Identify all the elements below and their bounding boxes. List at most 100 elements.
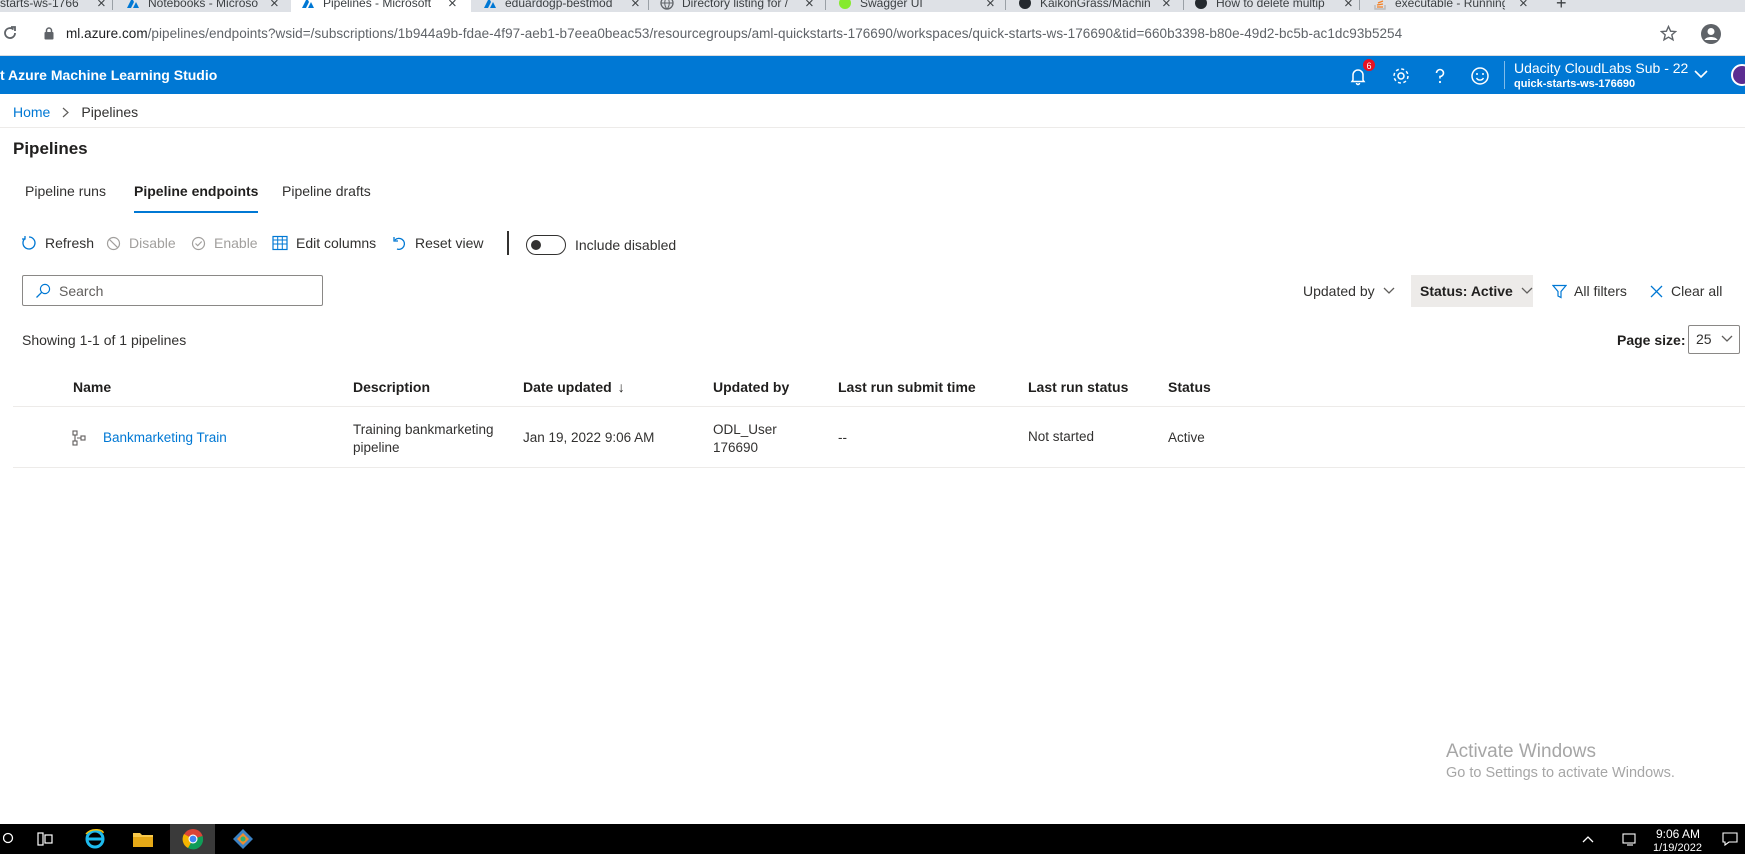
close-icon[interactable]: × <box>805 0 814 12</box>
status-filter-label: Status: Active <box>1420 283 1513 299</box>
taskbar-time[interactable]: 9:06 AM <box>1656 827 1700 841</box>
reload-icon[interactable] <box>2 25 18 41</box>
browser-tab[interactable]: How to delete multip × <box>1194 0 1359 12</box>
browser-tab-title: Notebooks - Microso <box>148 0 258 10</box>
clear-all-label: Clear all <box>1671 283 1723 299</box>
lock-icon[interactable] <box>44 27 54 40</box>
profile-icon[interactable] <box>1700 23 1722 45</box>
enable-button[interactable]: Enable <box>191 235 258 251</box>
all-filters-button[interactable]: All filters <box>1552 283 1627 299</box>
updated-by-filter[interactable]: Updated by <box>1303 283 1395 299</box>
browser-tab-title: Pipelines - Microsoft <box>323 0 432 10</box>
enable-label: Enable <box>214 235 258 251</box>
app-header: t Azure Machine Learning Studio 6 Udacit… <box>0 56 1745 94</box>
column-header-last-run-status[interactable]: Last run status <box>1028 379 1128 395</box>
smiley-icon[interactable] <box>1470 66 1490 86</box>
page-size-value: 25 <box>1696 331 1712 347</box>
page-title: Pipelines <box>13 139 88 158</box>
column-header-last-run-submit-time[interactable]: Last run submit time <box>838 379 976 395</box>
tab-pipeline-runs[interactable]: Pipeline runs <box>25 183 106 199</box>
header-divider <box>1504 61 1505 89</box>
search-box <box>22 275 323 306</box>
task-view-icon[interactable] <box>30 824 60 854</box>
swagger-icon <box>839 0 851 9</box>
results-summary: Showing 1-1 of 1 pipelines <box>22 332 187 348</box>
bookmark-star-icon[interactable] <box>1660 25 1677 42</box>
notification-center-icon[interactable] <box>1718 824 1742 854</box>
chrome-icon[interactable] <box>170 824 215 854</box>
close-icon[interactable]: × <box>97 0 106 12</box>
network-icon[interactable] <box>1620 824 1642 854</box>
github-icon <box>1195 0 1207 9</box>
column-header-name[interactable]: Name <box>73 379 111 395</box>
updated-by-line: 176690 <box>713 440 759 455</box>
search-input[interactable] <box>59 281 309 301</box>
help-icon[interactable] <box>1430 66 1450 86</box>
browser-tab[interactable]: Notebooks - Microso × <box>126 0 291 12</box>
tab-pipeline-drafts[interactable]: Pipeline drafts <box>282 183 371 199</box>
browser-tab[interactable]: Swagger UI × <box>838 0 1003 12</box>
close-icon[interactable]: × <box>270 0 279 12</box>
browser-tab-active[interactable]: Pipelines - Microsoft × <box>291 0 471 12</box>
tab-label: Pipeline runs <box>25 183 106 199</box>
clear-all-button[interactable]: Clear all <box>1650 283 1722 299</box>
github-icon <box>1019 0 1031 9</box>
updated-by-line: ODL_User <box>713 422 777 437</box>
tab-label: Pipeline drafts <box>282 183 371 199</box>
close-icon[interactable]: × <box>1162 0 1171 12</box>
close-icon[interactable]: × <box>986 0 995 12</box>
url-host: ml.azure.com <box>66 26 148 41</box>
disable-icon <box>106 236 121 250</box>
edit-columns-button[interactable]: Edit columns <box>272 235 376 251</box>
page-size-select[interactable]: 25 <box>1688 325 1740 354</box>
browser-tab[interactable]: executable - Running × <box>1373 0 1538 12</box>
column-header-description[interactable]: Description <box>353 379 430 395</box>
tab-pipeline-endpoints[interactable]: Pipeline endpoints <box>134 183 259 213</box>
include-disabled-label: Include disabled <box>575 237 677 253</box>
column-header-date-updated[interactable]: Date updated ↓ <box>523 379 625 395</box>
breadcrumb-current: Pipelines <box>81 104 139 120</box>
chevron-down-icon <box>1383 287 1395 294</box>
column-header-status[interactable]: Status <box>1168 379 1211 395</box>
app-title[interactable]: t Azure Machine Learning Studio <box>0 67 217 83</box>
column-header-label: Description <box>353 379 431 395</box>
browser-tab[interactable]: starts-ws-1766 × <box>0 0 112 12</box>
pipeline-name-link[interactable]: Bankmarketing Train <box>103 429 227 447</box>
search-taskbar-icon[interactable] <box>0 824 20 854</box>
app-icon[interactable] <box>228 824 258 854</box>
browser-tab-title: starts-ws-1766 <box>0 0 79 10</box>
refresh-label: Refresh <box>45 235 95 251</box>
breadcrumb-home[interactable]: Home <box>13 104 50 120</box>
close-icon[interactable]: × <box>1344 0 1353 12</box>
reset-view-label: Reset view <box>415 235 484 251</box>
avatar[interactable] <box>1731 64 1745 86</box>
close-icon[interactable]: × <box>1519 0 1528 12</box>
close-icon[interactable]: × <box>631 0 640 12</box>
column-header-updated-by[interactable]: Updated by <box>713 379 789 395</box>
chevron-up-icon[interactable] <box>1578 824 1598 854</box>
activate-windows-watermark: Activate Windows <box>1446 741 1596 762</box>
all-filters-label: All filters <box>1574 283 1627 299</box>
gear-icon[interactable] <box>1391 66 1411 86</box>
file-explorer-icon[interactable] <box>128 824 158 854</box>
browser-tab[interactable]: KaikonGrass/Machine × <box>1018 0 1183 12</box>
status-filter[interactable]: Status: Active <box>1411 275 1533 307</box>
new-tab-button[interactable]: + <box>1556 0 1576 12</box>
browser-tab[interactable]: Directory listing for / × <box>660 0 825 12</box>
url-text[interactable]: ml.azure.com/pipelines/endpoints?wsid=/s… <box>66 26 1402 41</box>
disable-button[interactable]: Disable <box>106 235 176 251</box>
reset-view-button[interactable]: Reset view <box>392 235 483 251</box>
internet-explorer-icon[interactable] <box>80 824 110 854</box>
browser-tab[interactable]: eduardogp-bestmod × <box>483 0 648 12</box>
chevron-down-icon[interactable] <box>1694 70 1708 79</box>
include-disabled-toggle[interactable] <box>526 235 566 255</box>
refresh-button[interactable]: Refresh <box>21 235 94 251</box>
account-name[interactable]: Udacity CloudLabs Sub - 22 <box>1514 60 1688 76</box>
workspace-name[interactable]: quick-starts-ws-176690 <box>1514 78 1635 90</box>
column-header-label: Name <box>73 379 112 395</box>
filter-icon <box>1552 284 1567 298</box>
breadcrumb: Home Pipelines <box>13 104 138 120</box>
refresh-icon <box>22 236 36 250</box>
close-icon[interactable]: × <box>448 0 457 12</box>
taskbar-date[interactable]: 1/19/2022 <box>1653 842 1702 854</box>
